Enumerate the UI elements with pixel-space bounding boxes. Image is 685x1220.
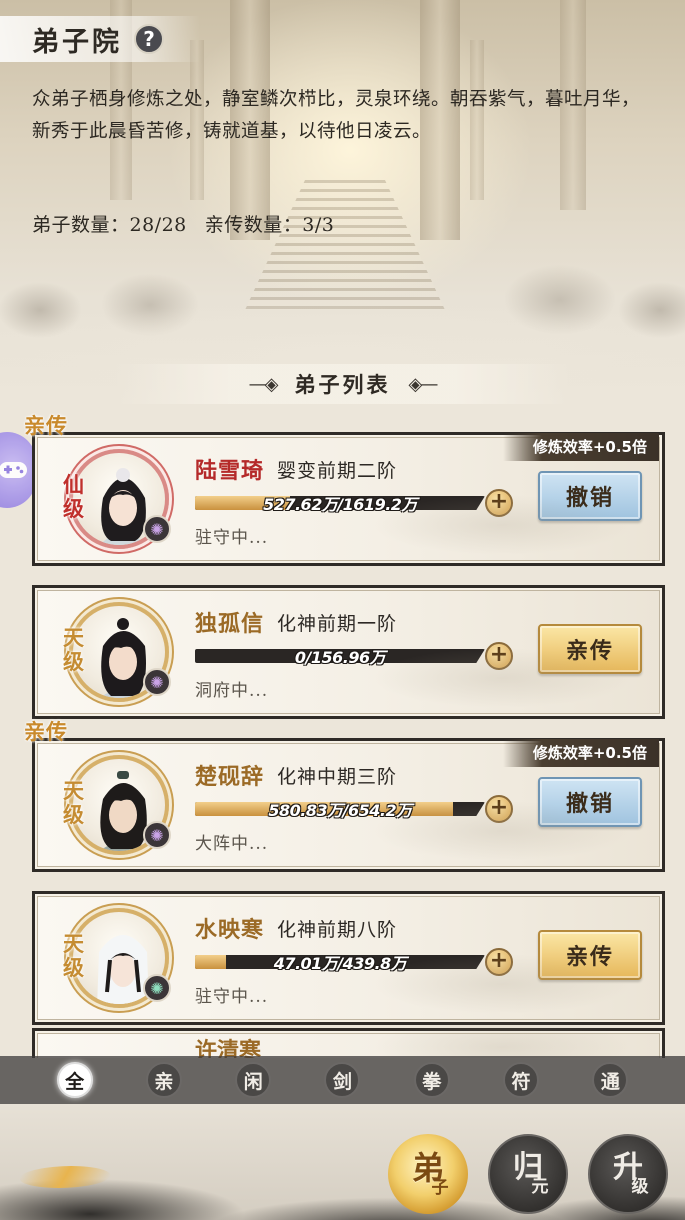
filter-idle[interactable]: 闲 [235, 1062, 272, 1098]
disciple-list[interactable]: 修炼效率+0.5倍 仙级 ✺ 陆雪琦 婴变前期二阶 527.62万/1619.2… [0, 410, 685, 1058]
nav-upgrade-button[interactable]: 升 级 [588, 1134, 668, 1214]
disciple-name: 独孤信 [195, 611, 265, 637]
cultivation-progress-text: 0/156.96万 [294, 648, 386, 667]
disciple-name: 许清寒 [195, 1038, 262, 1058]
disciple-status: 洞府中... [195, 681, 269, 701]
nav-upgrade-sub: 级 [631, 1176, 649, 1197]
disciple-card[interactable]: 天级 ✺ 水映寒 化神前期八阶 47.01万/439.8万 + 驻守中... 亲… [32, 891, 665, 1025]
intro-text: 众弟子栖身修炼之处，静室鳞次栉比，灵泉环绕。朝吞紫气，暮吐月华，新秀于此晨昏苦修… [32, 89, 641, 142]
disciple-card[interactable]: 许清寒 [32, 1017, 665, 1058]
disciple-status: 大阵中... [195, 834, 269, 854]
efficiency-badge: 修炼效率+0.5倍 [502, 739, 659, 767]
cultivation-progress-text: 580.83万/654.2万 [268, 801, 412, 820]
disciple-card[interactable]: 修炼效率+0.5倍 仙级 ✺ 陆雪琦 婴变前期二阶 527.62万/1619.2… [32, 432, 665, 566]
title-bar: 弟子院 ? [0, 16, 200, 62]
filter-sword[interactable]: 剑 [324, 1062, 361, 1098]
grade-label: 天级 [63, 778, 84, 827]
add-cultivation-button[interactable]: + [485, 948, 513, 976]
ornament-right-icon: ◈— [408, 373, 439, 395]
filter-bar: 全 亲 闲 剑 拳 符 通 [0, 1056, 685, 1104]
ornament-left-icon: —◈ [248, 373, 279, 395]
disciple-card[interactable]: 天级 ✺ 独孤信 化神前期一阶 0/156.96万 + 洞府中... 亲传 [32, 585, 665, 719]
disciple-name: 陆雪琦 [195, 458, 265, 484]
counts-row: 弟子数量：28/28 亲传数量：3/3 [32, 210, 334, 237]
grade-label: 仙级 [63, 472, 84, 521]
cultivation-progress-text: 527.62万/1619.2万 [263, 495, 417, 514]
disciple-status: 驻守中... [195, 987, 269, 1007]
add-cultivation-button[interactable]: + [485, 642, 513, 670]
revoke-button[interactable]: 撤销 [538, 471, 642, 521]
nav-return-sub: 元 [531, 1176, 549, 1197]
nav-disciples-button[interactable]: 弟 子 [388, 1134, 468, 1214]
list-heading-label: 弟子列表 [294, 372, 391, 397]
disciple-status: 驻守中... [195, 528, 269, 548]
filter-general[interactable]: 通 [592, 1062, 629, 1098]
help-icon[interactable]: ? [134, 24, 164, 54]
filter-direct[interactable]: 亲 [145, 1062, 182, 1098]
disciple-realm: 化神前期八阶 [277, 919, 398, 941]
element-swirl-icon: ✺ [143, 668, 171, 696]
filter-talisman[interactable]: 符 [503, 1062, 540, 1098]
make-direct-disciple-button[interactable]: 亲传 [538, 624, 642, 674]
nav-return-button[interactable]: 归 元 [488, 1134, 568, 1214]
bottom-nav: 弟 子 归 元 升 级 [0, 1104, 685, 1220]
page-title: 弟子院 [32, 26, 122, 58]
disciple-realm: 婴变前期二阶 [277, 460, 398, 482]
disciple-realm: 化神中期三阶 [277, 766, 398, 788]
disciple-count: 弟子数量：28/28 [32, 214, 187, 236]
grade-label: 天级 [63, 931, 84, 980]
disciple-name: 水映寒 [195, 917, 265, 943]
direct-disciple-tag: 亲传 [24, 719, 68, 744]
add-cultivation-button[interactable]: + [485, 489, 513, 517]
element-swirl-icon: ✺ [143, 821, 171, 849]
element-swirl-icon: ✺ [143, 974, 171, 1002]
list-heading: —◈ 弟子列表 ◈— [115, 364, 570, 404]
direct-disciple-tag: 亲传 [24, 413, 68, 438]
make-direct-disciple-button[interactable]: 亲传 [538, 930, 642, 980]
efficiency-badge: 修炼效率+0.5倍 [502, 433, 659, 461]
direct-disciple-count: 亲传数量：3/3 [204, 214, 335, 236]
filter-fist[interactable]: 拳 [413, 1062, 450, 1098]
revoke-button[interactable]: 撤销 [538, 777, 642, 827]
add-cultivation-button[interactable]: + [485, 795, 513, 823]
element-swirl-icon: ✺ [143, 515, 171, 543]
disciple-realm: 化神前期一阶 [277, 613, 398, 635]
cultivation-progress-text: 47.01万/439.8万 [273, 954, 407, 973]
disciple-name: 楚砚辞 [195, 764, 265, 790]
disciple-card[interactable]: 修炼效率+0.5倍 天级 ✺ 楚砚辞 化神中期三阶 580.83万/654.2万… [32, 738, 665, 872]
nav-disciples-sub: 子 [431, 1177, 449, 1198]
grade-label: 天级 [63, 625, 84, 674]
filter-all[interactable]: 全 [56, 1062, 93, 1098]
